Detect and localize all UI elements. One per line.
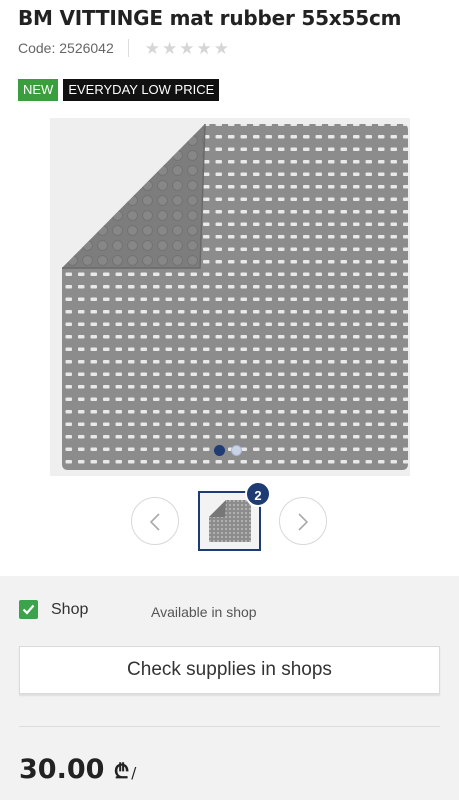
thumbnail-mat-image <box>209 500 251 542</box>
image-count-badge: 2 <box>245 481 271 507</box>
product-meta: Code: 2526042 ★ ★ ★ ★ ★ <box>18 38 229 58</box>
rating-stars[interactable]: ★ ★ ★ ★ ★ <box>145 40 229 57</box>
shop-availability-row: Shop <box>19 600 88 619</box>
price: 30.00 ₾ / <box>19 754 136 785</box>
next-image-button[interactable] <box>279 497 327 545</box>
product-title: BM VITTINGE mat rubber 55x55cm <box>18 6 402 30</box>
carousel-dot-active[interactable] <box>214 445 225 456</box>
product-code: Code: 2526042 <box>18 40 114 56</box>
shop-label: Shop <box>51 600 89 618</box>
badge-row: NEW EVERYDAY LOW PRICE <box>18 79 220 101</box>
price-amount: 30.00 <box>19 754 105 785</box>
star-icon: ★ <box>196 38 212 58</box>
meta-divider <box>127 39 129 57</box>
check-supplies-button[interactable]: Check supplies in shops <box>19 646 440 694</box>
star-icon: ★ <box>144 38 161 58</box>
star-icon: ★ <box>213 38 230 58</box>
currency-symbol: ₾ <box>113 759 130 783</box>
shop-status: Available in shop <box>151 604 257 620</box>
carousel-dots <box>214 445 242 456</box>
availability-section: Shop Available in shop Check supplies in… <box>0 576 459 800</box>
product-image[interactable] <box>50 118 410 476</box>
section-divider <box>19 726 440 727</box>
carousel-dot[interactable] <box>231 445 242 456</box>
everyday-low-price-badge: EVERYDAY LOW PRICE <box>63 79 220 101</box>
star-icon: ★ <box>162 38 178 58</box>
rubber-mat-image <box>62 123 408 470</box>
price-suffix: / <box>131 764 137 782</box>
chevron-left-icon <box>149 513 160 531</box>
star-icon: ★ <box>179 38 195 58</box>
new-badge: NEW <box>18 79 59 101</box>
check-icon <box>19 600 38 619</box>
chevron-right-icon <box>298 513 309 531</box>
previous-image-button[interactable] <box>131 497 179 545</box>
